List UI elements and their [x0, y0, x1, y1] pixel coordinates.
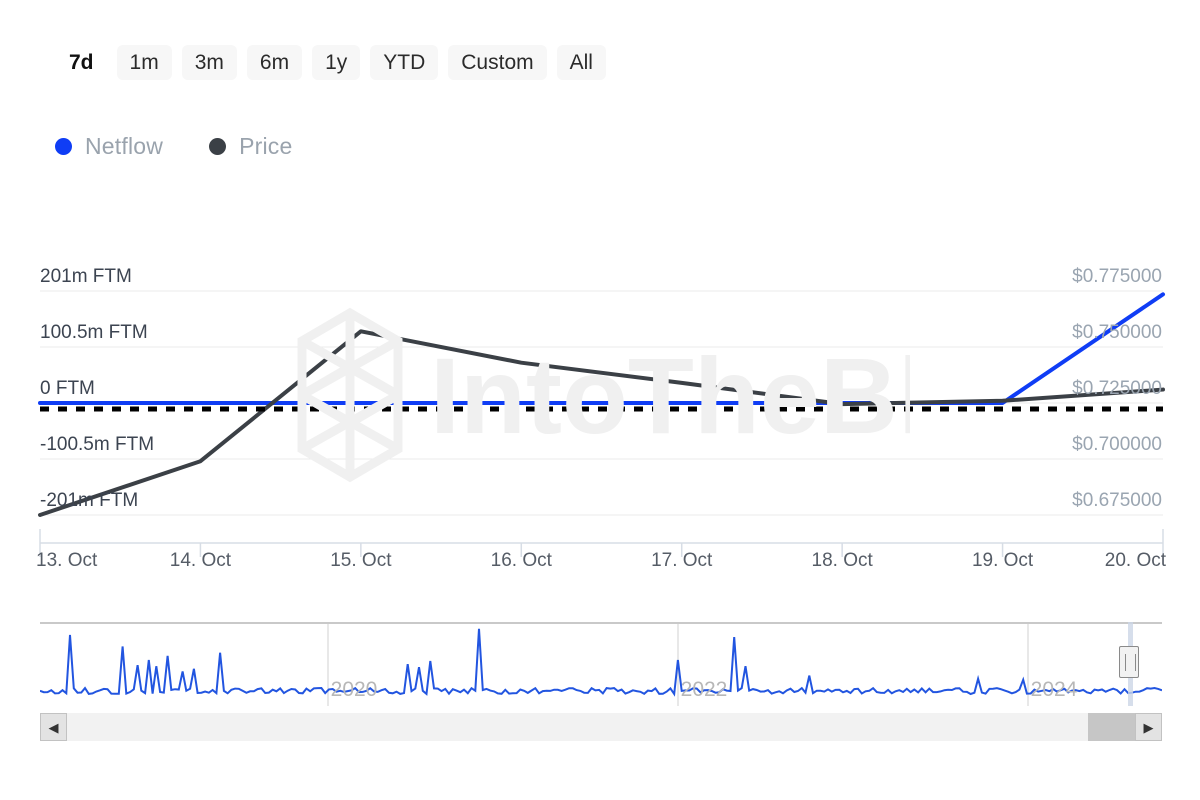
- series-line-price: [40, 331, 1163, 515]
- chart-legend: Netflow Price: [55, 133, 293, 160]
- scroll-left-arrow-icon[interactable]: ◀: [40, 713, 67, 741]
- range-selector: 7d 1m 3m 6m 1y YTD Custom All: [56, 45, 606, 80]
- y-axis-right-label: $0.775000: [1072, 266, 1162, 288]
- range-button-ytd[interactable]: YTD: [370, 45, 438, 80]
- chart-page: 7d1m3m6m1yYTDCustomAll NetflowPrice Into…: [0, 0, 1200, 800]
- y-axis-right-label: $0.700000: [1072, 434, 1162, 456]
- scrollbar-track[interactable]: [40, 713, 1162, 741]
- y-axis-right-label: $0.750000: [1072, 322, 1162, 344]
- legend-label: Netflow: [85, 133, 163, 160]
- x-axis-label: 13. Oct: [36, 550, 97, 572]
- navigator-year-label: 2022: [681, 678, 728, 702]
- chart-navigator[interactable]: 2020 2022 2024: [40, 622, 1162, 712]
- x-axis-label: 18. Oct: [812, 550, 873, 572]
- scrollbar-thumb[interactable]: [1088, 713, 1135, 741]
- legend-label: Price: [239, 133, 292, 160]
- x-axis-label: 14. Oct: [170, 550, 231, 572]
- series-line-netflow: [40, 294, 1163, 403]
- range-button-1y[interactable]: 1y: [312, 45, 360, 80]
- x-axis-label: 17. Oct: [651, 550, 712, 572]
- y-axis-left-label: -201m FTM: [40, 490, 138, 512]
- range-button-3m[interactable]: 3m: [182, 45, 237, 80]
- x-axis-label: 16. Oct: [491, 550, 552, 572]
- y-axis-left-label: 100.5m FTM: [40, 322, 148, 344]
- navigator-sparkline: [40, 629, 1162, 694]
- range-button-6m[interactable]: 6m: [247, 45, 302, 80]
- scroll-left-glyph: ◀: [49, 721, 59, 734]
- chart-plot: [0, 230, 1200, 560]
- y-axis-right-label: $0.675000: [1072, 490, 1162, 512]
- y-axis-left-label: 201m FTM: [40, 266, 132, 288]
- navigator-year-label: 2024: [1031, 678, 1078, 702]
- range-button-7d[interactable]: 7d: [56, 45, 107, 80]
- scroll-right-glyph: ▶: [1144, 721, 1154, 734]
- x-axis-label: 20. Oct: [1105, 550, 1166, 572]
- y-axis-left-label: 0 FTM: [40, 378, 95, 400]
- navigator-year-label: 2020: [331, 678, 378, 702]
- main-chart: IntoTheBlock -201m FTM-100.5m FTM0 FTM10…: [0, 230, 1200, 560]
- range-button-all[interactable]: All: [557, 45, 606, 80]
- chart-scrollbar[interactable]: ◀ ▶: [40, 713, 1162, 741]
- x-axis-label: 19. Oct: [972, 550, 1033, 572]
- range-button-custom[interactable]: Custom: [448, 45, 546, 80]
- y-axis-left-label: -100.5m FTM: [40, 434, 154, 456]
- navigator-series: [40, 624, 1162, 706]
- y-axis-right-label: $0.725000: [1072, 378, 1162, 400]
- legend-item-price[interactable]: Price: [209, 133, 292, 160]
- legend-item-netflow[interactable]: Netflow: [55, 133, 163, 160]
- range-button-1m[interactable]: 1m: [117, 45, 172, 80]
- scroll-right-arrow-icon[interactable]: ▶: [1135, 713, 1162, 741]
- legend-dot-icon: [209, 138, 226, 155]
- navigator-handle-right[interactable]: [1119, 646, 1139, 678]
- x-axis-label: 15. Oct: [330, 550, 391, 572]
- navigator-plot[interactable]: 2020 2022 2024: [40, 622, 1162, 706]
- legend-dot-icon: [55, 138, 72, 155]
